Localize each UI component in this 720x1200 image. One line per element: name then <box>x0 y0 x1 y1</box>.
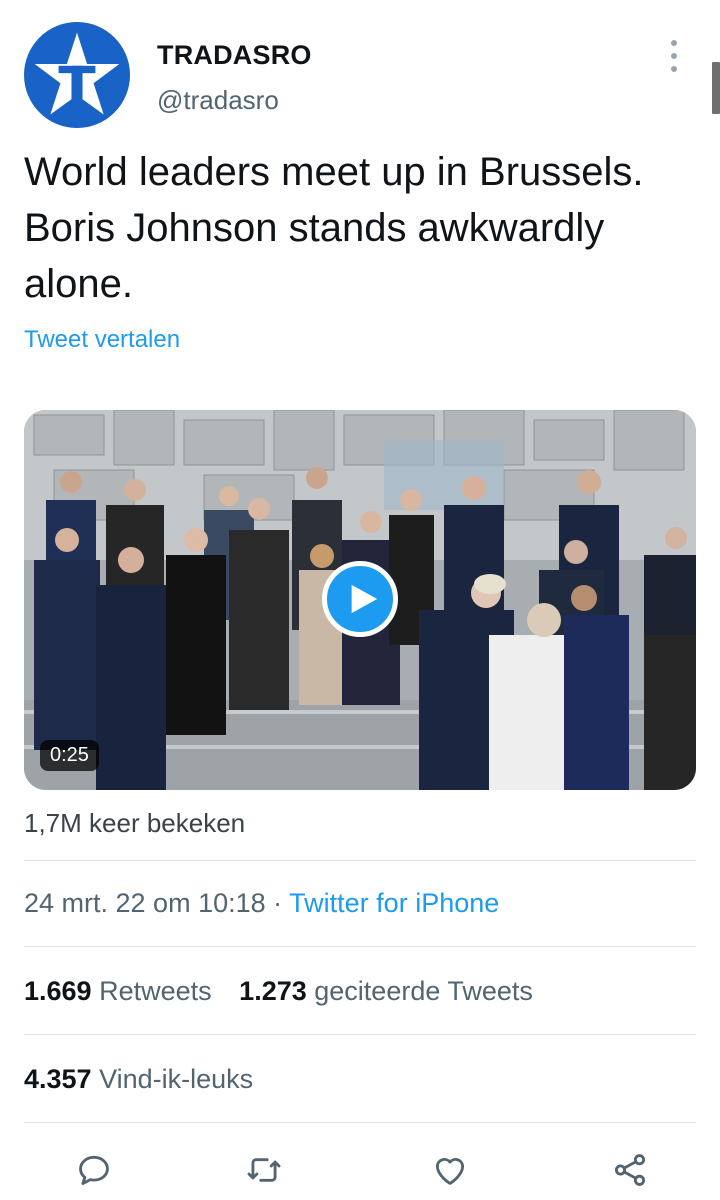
tweet-header: TRADASRO @tradasro <box>24 22 696 132</box>
retweet-button[interactable] <box>242 1148 286 1192</box>
user-handle[interactable]: @tradasro <box>157 85 279 116</box>
retweets-stat[interactable]: 1.669 Retweets <box>24 976 219 1006</box>
avatar[interactable] <box>24 22 130 128</box>
quotes-count: 1.273 <box>239 976 307 1006</box>
divider <box>24 860 696 861</box>
share-icon <box>614 1154 646 1186</box>
share-button[interactable] <box>608 1148 652 1192</box>
star-t-logo-icon <box>34 32 120 115</box>
reply-icon <box>79 1155 109 1185</box>
translate-link[interactable]: Tweet vertalen <box>24 326 180 354</box>
meta-separator: · <box>273 888 283 918</box>
action-bar <box>0 1148 720 1192</box>
quotes-stat[interactable]: 1.273 geciteerde Tweets <box>239 976 533 1006</box>
tweet-meta: 24 mrt. 22 om 10:18 · Twitter for iPhone <box>24 888 499 919</box>
divider <box>24 946 696 947</box>
retweets-label: Retweets <box>99 976 212 1006</box>
engagement-stats: 1.669 Retweets 1.273 geciteerde Tweets <box>24 976 553 1007</box>
scrollbar[interactable] <box>712 62 720 114</box>
view-count: 1,7M keer bekeken <box>24 808 246 838</box>
quotes-label: geciteerde Tweets <box>314 976 533 1006</box>
divider <box>24 1034 696 1035</box>
play-icon <box>351 584 378 614</box>
like-icon <box>435 1158 465 1185</box>
divider <box>24 1122 696 1123</box>
timestamp[interactable]: 24 mrt. 22 om 10:18 <box>24 888 266 918</box>
tweet-text: World leaders meet up in Brussels. Boris… <box>24 150 644 306</box>
display-name[interactable]: TRADASRO <box>157 40 312 71</box>
retweet-icon <box>247 1158 281 1182</box>
play-button[interactable] <box>322 561 398 637</box>
likes-stat[interactable]: 4.357 Vind-ik-leuks <box>24 1064 253 1094</box>
retweets-count: 1.669 <box>24 976 92 1006</box>
likes-count: 4.357 <box>24 1064 92 1094</box>
video-player[interactable]: 0:25 <box>24 410 696 790</box>
reply-button[interactable] <box>72 1148 116 1192</box>
likes-stats: 4.357 Vind-ik-leuks <box>24 1064 273 1095</box>
like-button[interactable] <box>428 1148 472 1192</box>
video-duration-badge: 0:25 <box>40 740 99 771</box>
more-options-icon[interactable] <box>662 40 686 72</box>
source-link[interactable]: Twitter for iPhone <box>289 888 499 918</box>
likes-label: Vind-ik-leuks <box>99 1064 254 1094</box>
